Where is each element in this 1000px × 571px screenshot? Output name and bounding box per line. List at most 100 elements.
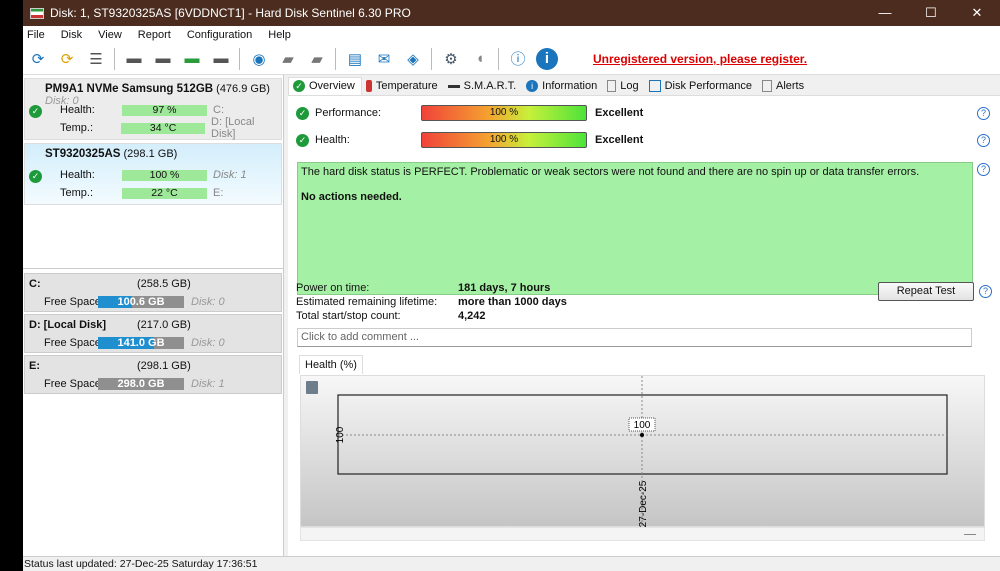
volume-item[interactable]: C: (258.5 GB) Free Space 100.6 GB Disk: 0 — [24, 273, 282, 312]
health-bar: 97 % — [122, 104, 207, 116]
health-chart: 100 100 27-Dec-25 — [300, 375, 985, 528]
tab-disk-performance[interactable]: Disk Performance — [645, 78, 758, 95]
info-value: 181 days, 7 hours — [458, 282, 551, 294]
health-label: Health: — [315, 134, 350, 146]
chart-tab-health[interactable]: Health (%) — [299, 355, 363, 374]
refresh-icon[interactable]: ⟳ — [27, 48, 49, 70]
disk-search-icon[interactable]: ▬ — [210, 48, 232, 70]
disk-copy-icon[interactable]: ▰ — [277, 48, 299, 70]
minimize-button[interactable]: — — [862, 5, 908, 21]
temp-bar: 22 °C — [122, 187, 207, 199]
tab-temperature[interactable]: Temperature — [362, 78, 444, 95]
smart-icon — [447, 84, 460, 88]
tab-label: Disk Performance — [664, 80, 752, 92]
disk-size: (476.9 GB) — [216, 83, 270, 95]
disk-name: PM9A1 NVMe Samsung 512GB — [45, 83, 214, 95]
mail-icon[interactable]: ✉ — [373, 48, 395, 70]
performance-bar: 100 % — [421, 105, 587, 121]
info-icon[interactable]: i — [536, 47, 558, 70]
alerts-icon — [761, 80, 772, 92]
menu-report[interactable]: Report — [138, 29, 171, 41]
free-space-bar: 298.0 GB — [98, 378, 184, 390]
tab-information[interactable]: i Information — [522, 78, 603, 95]
volume-item[interactable]: E: (298.1 GB) Free Space 298.0 GB Disk: 1 — [24, 355, 282, 394]
volume-item[interactable]: D: [Local Disk] (217.0 GB) Free Space 141.0… — [24, 314, 282, 353]
tab-alerts[interactable]: Alerts — [758, 78, 810, 95]
disk-schedule-icon[interactable]: ▬ — [152, 48, 174, 70]
health-label: Health: — [60, 169, 95, 181]
menu-file[interactable]: File — [27, 29, 45, 41]
maximize-button[interactable]: ☐ — [908, 5, 954, 21]
temp-label: Temp.: — [60, 122, 94, 134]
gear-icon[interactable]: ⚙ — [440, 48, 462, 70]
network-icon[interactable]: ◈ — [402, 48, 424, 70]
help-icon[interactable]: ⓘ — [507, 48, 529, 70]
health-rating: Excellent — [595, 134, 644, 146]
disk-settings-icon[interactable]: ▬ — [123, 48, 145, 70]
info-label: Power on time: — [296, 282, 370, 294]
menu-configuration[interactable]: Configuration — [187, 29, 252, 41]
menu-help[interactable]: Help — [268, 29, 291, 41]
info-value: more than 1000 days — [458, 296, 567, 308]
disk-panel: PM9A1 NVMe Samsung 512GB (476.9 GB) Disk… — [23, 75, 284, 556]
menu-bar: File Disk View Report Configuration Help — [23, 26, 1000, 43]
volume-name: C: — [29, 278, 41, 290]
chart-scrollbar[interactable] — [300, 527, 985, 541]
tab-label: Information — [542, 80, 598, 92]
tab-overview[interactable]: ✓ Overview — [288, 77, 362, 95]
status-text: The hard disk status is PERFECT. Problem… — [301, 166, 920, 178]
check-icon: ✓ — [296, 106, 309, 120]
toolbar: ⟳ ⟳ ☰ ▬ ▬ ▬ ▬ ◉ ▰ ▰ ▤ ✉ ◈ ⚙ ◖ ⓘ i Unregi… — [23, 43, 1000, 75]
disk-size: (298.1 GB) — [123, 148, 178, 160]
disk-network-icon[interactable]: ◉ — [248, 48, 270, 70]
disk-list-icon[interactable]: ☰ — [85, 48, 107, 70]
register-link[interactable]: Unregistered version, please register. — [593, 52, 807, 66]
free-space-bar: 141.0 GB — [98, 337, 184, 349]
tab-bar: ✓ Overview Temperature S.M.A.R.T. i Inform… — [288, 75, 1000, 96]
comment-input[interactable]: Click to add comment ... — [297, 328, 972, 347]
help-icon[interactable]: ? — [977, 163, 990, 176]
thermometer-icon — [365, 80, 372, 92]
ok-icon: ✓ — [29, 170, 42, 183]
menu-disk[interactable]: Disk — [61, 29, 82, 41]
disk-number: Disk: 1 — [213, 169, 247, 181]
tab-log[interactable]: Log — [603, 78, 644, 95]
close-button[interactable]: ✕ — [954, 5, 1000, 21]
tab-label: S.M.A.R.T. — [463, 80, 517, 92]
app-icon — [30, 7, 44, 19]
help-icon[interactable]: ? — [977, 107, 990, 120]
menu-view[interactable]: View — [98, 29, 122, 41]
disk-item[interactable]: PM9A1 NVMe Samsung 512GB (476.9 GB) Disk… — [24, 78, 282, 140]
overview-panel: ✓ Overview Temperature S.M.A.R.T. i Inform… — [288, 75, 1000, 556]
performance-row: ✓ Performance: 100 % Excellent — [296, 105, 643, 121]
status-box: The hard disk status is PERFECT. Problem… — [297, 162, 973, 295]
health-bar: 100 % — [421, 132, 587, 148]
refresh-warning-icon[interactable]: ⟳ — [56, 48, 78, 70]
disk-number: Disk: 0 — [191, 296, 225, 308]
repeat-test-button[interactable]: Repeat Test — [878, 282, 974, 301]
app-window: Disk: 1, ST9320325AS [6VDDNCT1] - Hard D… — [23, 0, 1000, 571]
disk-ok-icon[interactable]: ▬ — [181, 48, 203, 70]
volume-size: (258.5 GB) — [137, 278, 191, 290]
health-row: ✓ Health: 100 % Excellent — [296, 132, 643, 148]
performance-label: Performance: — [315, 107, 382, 119]
window-title: Disk: 1, ST9320325AS [6VDDNCT1] - Hard D… — [50, 6, 411, 20]
volume-size: (217.0 GB) — [137, 319, 191, 331]
tab-smart[interactable]: S.M.A.R.T. — [444, 78, 523, 95]
disk-name: ST9320325AS — [45, 148, 121, 160]
info-label: Estimated remaining lifetime: — [296, 296, 438, 308]
health-label: Health: — [60, 104, 95, 116]
temp-bar: 34 °C — [121, 122, 206, 134]
info-label: Total start/stop count: — [296, 310, 401, 322]
disk-transfer-icon[interactable]: ▰ — [306, 48, 328, 70]
notes-icon[interactable]: ▤ — [344, 48, 366, 70]
help-icon[interactable]: ? — [979, 285, 992, 298]
disk-item-selected[interactable]: ST9320325AS (298.1 GB) ✓ Health: 100 % Dis… — [24, 143, 282, 205]
data-label: 100 — [634, 420, 651, 431]
chart-icon — [648, 80, 661, 92]
speaker-icon[interactable]: ◖ — [469, 48, 491, 70]
help-icon[interactable]: ? — [977, 134, 990, 147]
volume-label: D: [Local Disk] — [211, 116, 255, 140]
actions-text: No actions needed. — [301, 191, 402, 203]
y-tick-label: 100 — [335, 426, 346, 443]
